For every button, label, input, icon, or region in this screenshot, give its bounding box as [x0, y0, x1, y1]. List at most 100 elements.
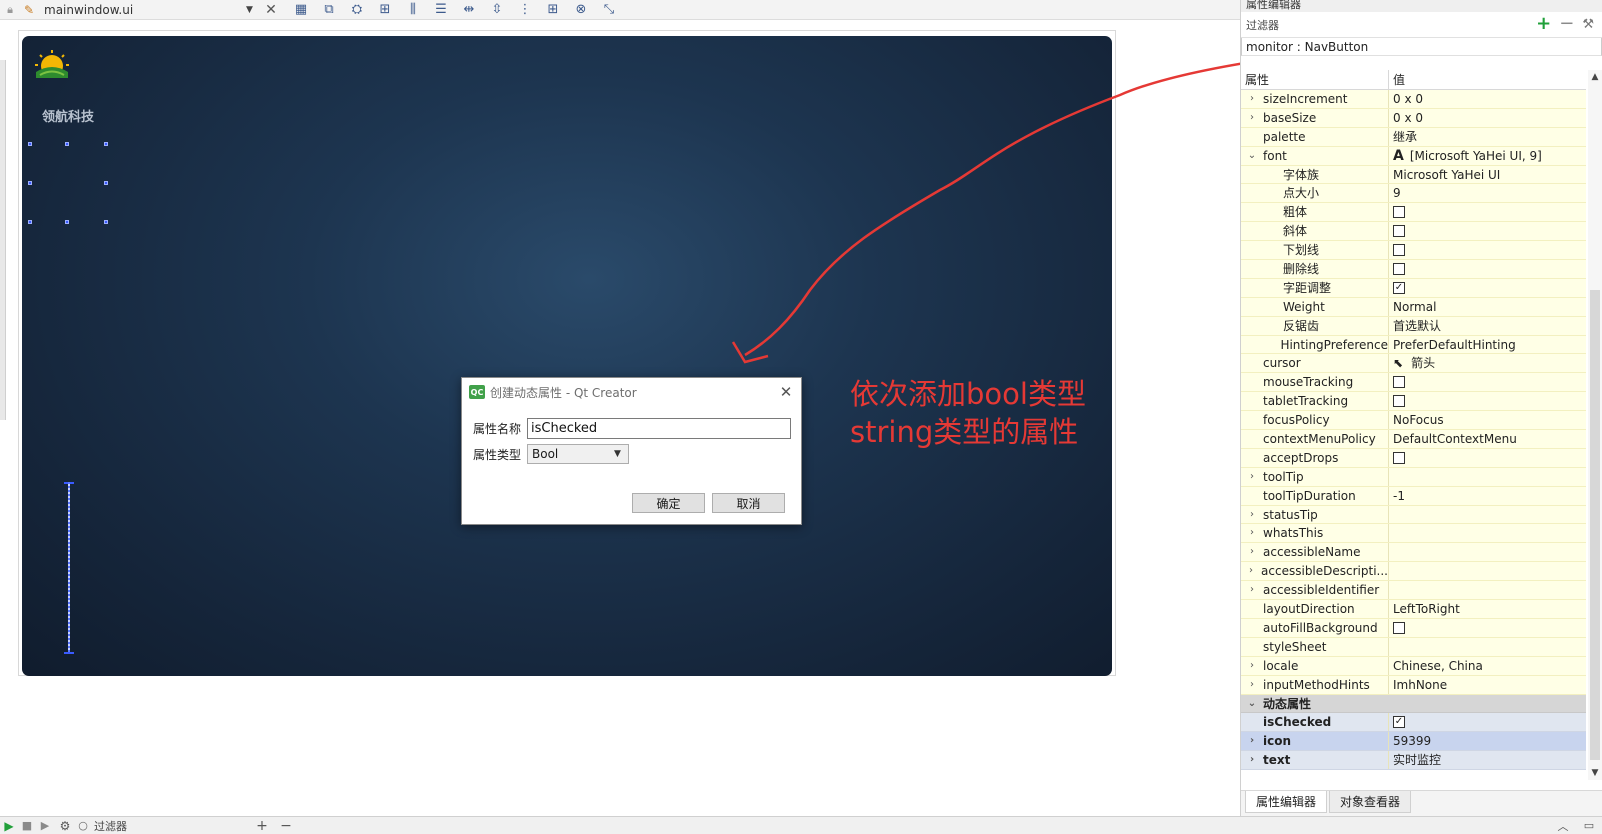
edit-tab-order-icon[interactable]: ⊞	[374, 2, 396, 18]
property-checkbox[interactable]: ✓	[1393, 281, 1405, 294]
property-row[interactable]: › accessibleName	[1241, 543, 1586, 563]
property-value-cell[interactable]	[1389, 581, 1586, 599]
selection-handle[interactable]	[28, 220, 32, 224]
expand-icon[interactable]: ›	[1241, 657, 1263, 675]
property-value-cell[interactable]	[1389, 524, 1586, 542]
break-layout-icon[interactable]: ⊗	[570, 2, 592, 18]
selection-handle[interactable]	[28, 181, 32, 185]
edit-buddies-icon[interactable]: ⛭	[346, 2, 368, 18]
splitter-horizontal-icon[interactable]: ⇹	[458, 2, 480, 18]
property-checkbox[interactable]	[1393, 621, 1405, 634]
layout-vertical-icon[interactable]: ☰	[430, 2, 452, 18]
scroll-down-icon[interactable]: ▼	[1588, 768, 1602, 778]
run-icon[interactable]: ▶	[0, 819, 18, 833]
property-row[interactable]: layoutDirection LeftToRight	[1241, 600, 1586, 619]
property-value-cell[interactable]	[1389, 619, 1586, 637]
chevron-up-icon[interactable]: ︿	[1550, 818, 1576, 834]
remove-dynamic-property-icon[interactable]: −	[1559, 15, 1574, 33]
property-value-cell[interactable]	[1389, 638, 1586, 656]
layout-horizontal-icon[interactable]: ⫼	[402, 2, 424, 18]
property-row[interactable]: contextMenuPolicy DefaultContextMenu	[1241, 430, 1586, 449]
property-value-cell[interactable]	[1389, 260, 1586, 278]
step-icon[interactable]: ▶	[36, 819, 54, 832]
property-row[interactable]: isChecked ✓	[1241, 713, 1586, 733]
expand-icon[interactable]: ›	[1241, 468, 1263, 486]
property-row[interactable]: › toolTip	[1241, 467, 1586, 487]
collapse-icon[interactable]: ⌄	[1241, 147, 1263, 165]
property-checkbox[interactable]	[1393, 262, 1405, 275]
selection-handle[interactable]	[104, 142, 108, 146]
tab-object-inspector[interactable]: 对象查看器	[1329, 791, 1412, 813]
property-row[interactable]: acceptDrops	[1241, 448, 1586, 468]
property-row[interactable]: 下划线	[1241, 241, 1586, 261]
property-value-cell[interactable]	[1389, 373, 1586, 391]
property-row[interactable]: HintingPreference PreferDefaultHinting	[1241, 335, 1586, 355]
selection-handle[interactable]	[65, 220, 69, 224]
gear-icon[interactable]: ⚙	[54, 819, 76, 833]
close-document-icon[interactable]: ✕	[260, 2, 282, 18]
property-value-cell[interactable]: -1	[1389, 487, 1586, 505]
property-value-cell[interactable]	[1389, 468, 1586, 486]
property-row[interactable]: 反锯齿 首选默认	[1241, 316, 1586, 336]
property-value-cell[interactable]: Chinese, China	[1389, 657, 1586, 675]
expand-icon[interactable]: ›	[1241, 732, 1263, 750]
property-checkbox[interactable]	[1393, 376, 1405, 389]
splitter-vertical-icon[interactable]: ⇳	[486, 2, 508, 18]
remove-icon[interactable]: −	[274, 818, 298, 834]
property-row[interactable]: › locale Chinese, China	[1241, 656, 1586, 676]
property-value-cell[interactable]: ⬉ 箭头	[1389, 354, 1586, 372]
property-value-cell[interactable]: 首选默认	[1389, 317, 1586, 335]
add-dynamic-property-icon[interactable]: +	[1536, 15, 1551, 33]
property-row[interactable]: › accessibleIdentifier	[1241, 581, 1586, 601]
property-value-cell[interactable]	[1389, 392, 1586, 410]
stop-icon[interactable]: ■	[18, 819, 36, 832]
property-row[interactable]: › inputMethodHints ImhNone	[1241, 675, 1586, 695]
vertical-spacer[interactable]	[64, 482, 74, 654]
expand-icon[interactable]: ›	[1241, 581, 1263, 599]
property-value-cell[interactable]: ✓	[1389, 279, 1586, 297]
property-checkbox[interactable]	[1393, 395, 1405, 408]
property-row[interactable]: 粗体	[1241, 203, 1586, 223]
property-row[interactable]: › sizeIncrement 0 x 0	[1241, 90, 1586, 109]
property-row[interactable]: 点大小 9	[1241, 184, 1586, 204]
main-window-form[interactable]: 领航科技	[22, 36, 1112, 676]
property-checkbox[interactable]	[1393, 451, 1405, 464]
adjust-size-icon[interactable]: ⤡	[598, 2, 620, 18]
property-row[interactable]: › accessibleDescripti...	[1241, 562, 1586, 582]
layout-grid-icon[interactable]: ⊞	[542, 2, 564, 18]
layout-form-icon[interactable]: ⋮	[514, 2, 536, 18]
property-row[interactable]: › icon 59399	[1241, 732, 1586, 752]
property-row[interactable]: focusPolicy NoFocus	[1241, 411, 1586, 431]
close-icon[interactable]: ✕	[771, 383, 801, 401]
property-row[interactable]: autoFillBackground	[1241, 618, 1586, 638]
selection-handle[interactable]	[104, 181, 108, 185]
edit-signals-icon[interactable]: ⧉	[318, 2, 340, 18]
selection-handle[interactable]	[104, 220, 108, 224]
property-value-cell[interactable]: A [Microsoft YaHei UI, 9]	[1389, 147, 1586, 165]
property-row[interactable]: › text 实时监控	[1241, 751, 1586, 771]
tab-property-editor[interactable]: 属性编辑器	[1245, 791, 1328, 813]
property-row[interactable]: palette 继承	[1241, 127, 1586, 147]
property-row[interactable]: 删除线	[1241, 260, 1586, 279]
property-value-cell[interactable]: 0 x 0	[1389, 90, 1586, 108]
property-scrollbar[interactable]: ▲ ▼	[1588, 70, 1602, 780]
property-row[interactable]: Weight Normal	[1241, 297, 1586, 317]
property-value-cell[interactable]: 9	[1389, 184, 1586, 202]
add-icon[interactable]: +	[250, 818, 274, 834]
bottom-filter-input[interactable]: 过滤器	[90, 818, 250, 834]
ok-button[interactable]: 确定	[632, 493, 705, 513]
property-value-cell[interactable]	[1389, 695, 1586, 713]
column-property[interactable]: 属性	[1241, 70, 1389, 89]
expand-icon[interactable]: ›	[1241, 751, 1263, 769]
scroll-up-icon[interactable]: ▲	[1588, 72, 1602, 82]
property-value-cell[interactable]: ✓	[1389, 713, 1586, 731]
property-row[interactable]: ⌄ font A [Microsoft YaHei UI, 9]	[1241, 146, 1586, 166]
property-value-cell[interactable]	[1389, 506, 1586, 524]
property-value-cell[interactable]: NoFocus	[1389, 411, 1586, 429]
property-value-cell[interactable]	[1389, 449, 1586, 467]
maximize-icon[interactable]: ▭	[1576, 819, 1602, 832]
property-row[interactable]: ⌄ 动态属性	[1241, 694, 1586, 714]
property-value-cell[interactable]: Normal	[1389, 298, 1586, 316]
property-value-cell[interactable]: ImhNone	[1389, 676, 1586, 694]
property-value-cell[interactable]: 59399	[1389, 732, 1586, 750]
